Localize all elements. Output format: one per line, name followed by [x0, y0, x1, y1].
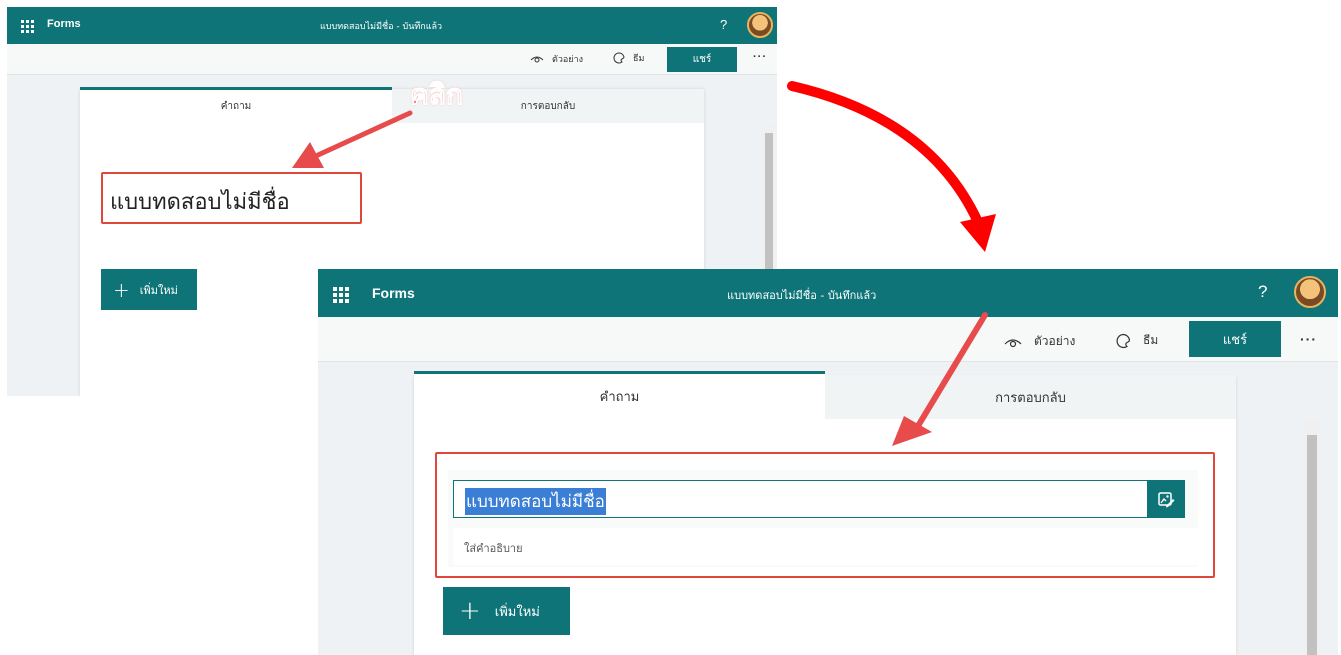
app-header: Forms แบบทดสอบไม่มีชื่อ - บันทึกแล้ว ? — [7, 7, 777, 44]
add-new-label: เพิ่มใหม่ — [494, 604, 540, 620]
theme-label: ธีม — [1143, 333, 1159, 347]
click-annotation: คลิก — [410, 78, 464, 112]
tab-questions[interactable]: คำถาม — [414, 371, 825, 419]
preview-button[interactable]: ตัวอย่าง — [530, 52, 583, 66]
add-new-label: เพิ่มใหม่ — [139, 283, 178, 297]
theme-label: ธีม — [633, 54, 645, 64]
eye-icon — [1004, 338, 1022, 347]
scrollbar-thumb[interactable] — [1307, 435, 1317, 655]
more-options-icon[interactable]: ··· — [1300, 331, 1317, 347]
share-button[interactable]: แชร์ — [667, 47, 737, 72]
form-title-highlight — [101, 172, 362, 224]
app-launcher-icon[interactable] — [333, 287, 349, 303]
palette-icon — [613, 52, 625, 64]
palette-icon — [1116, 333, 1131, 348]
avatar[interactable] — [747, 12, 773, 38]
scrollbar[interactable] — [1304, 421, 1320, 655]
plus-icon: + — [113, 277, 130, 302]
help-icon[interactable]: ? — [720, 17, 727, 32]
transition-arrow — [787, 81, 996, 252]
tab-responses[interactable]: การตอบกลับ — [825, 375, 1236, 419]
app-launcher-icon[interactable] — [21, 20, 34, 33]
title-editor-highlight — [435, 452, 1215, 578]
app-brand[interactable]: Forms — [47, 18, 81, 30]
avatar[interactable] — [1294, 276, 1326, 308]
screenshot-after: Forms แบบทดสอบไม่มีชื่อ - บันทึกแล้ว ? ต… — [318, 269, 1338, 655]
command-bar: ตัวอย่าง ธีม แชร์ ··· — [318, 317, 1338, 362]
share-button[interactable]: แชร์ — [1189, 321, 1281, 357]
app-header: Forms แบบทดสอบไม่มีชื่อ - บันทึกแล้ว ? — [318, 269, 1338, 317]
command-bar: ตัวอย่าง ธีม แชร์ ··· — [7, 44, 777, 75]
document-title: แบบทดสอบไม่มีชื่อ - บันทึกแล้ว — [320, 22, 443, 32]
preview-button[interactable]: ตัวอย่าง — [1004, 332, 1075, 351]
preview-label: ตัวอย่าง — [1034, 334, 1076, 348]
preview-label: ตัวอย่าง — [552, 55, 584, 65]
add-new-button[interactable]: + เพิ่มใหม่ — [101, 269, 197, 310]
more-options-icon[interactable]: ··· — [753, 51, 767, 63]
plus-icon: + — [459, 596, 481, 626]
theme-button[interactable]: ธีม — [1115, 331, 1158, 350]
eye-icon — [530, 56, 544, 63]
document-title: แบบทดสอบไม่มีชื่อ - บันทึกแล้ว — [727, 289, 877, 302]
app-brand[interactable]: Forms — [372, 285, 415, 301]
add-new-button[interactable]: + เพิ่มใหม่ — [443, 587, 570, 635]
theme-button[interactable]: ธีม — [613, 51, 644, 65]
help-icon[interactable]: ? — [1258, 282, 1267, 302]
tab-questions[interactable]: คำถาม — [80, 87, 392, 123]
